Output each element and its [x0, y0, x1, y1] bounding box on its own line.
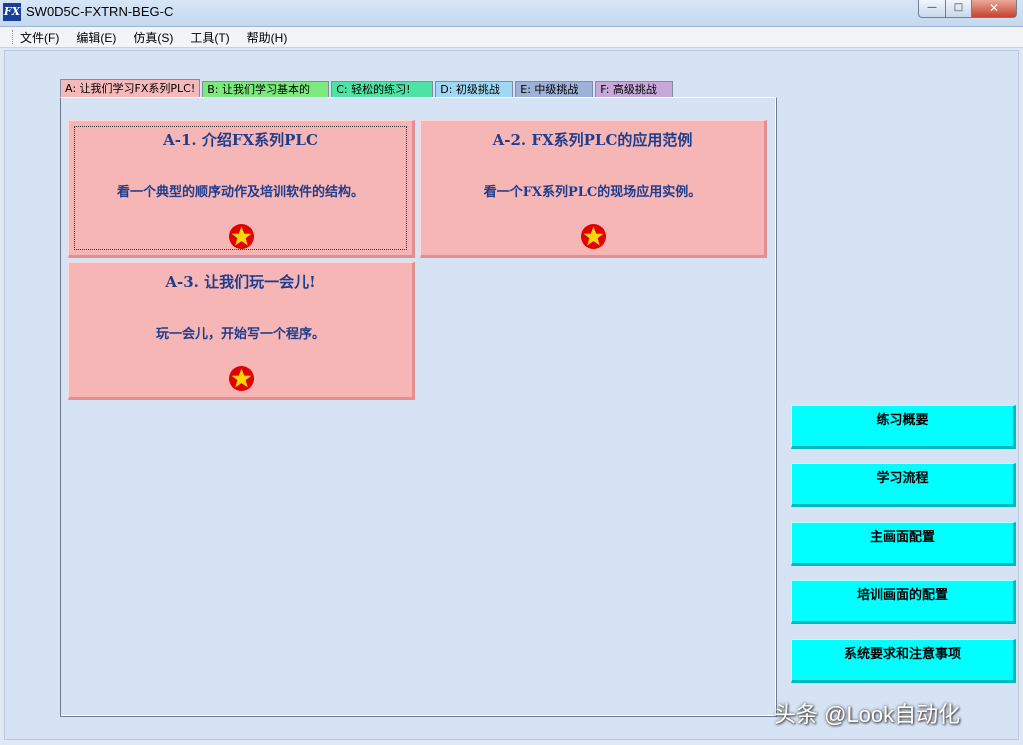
menu-bar: 文件(F) 编辑(E) 仿真(S) 工具(T) 帮助(H) [0, 27, 1023, 48]
tab-b[interactable]: B: 让我们学习基本的 [202, 81, 330, 98]
menu-edit[interactable]: 编辑(E) [76, 29, 116, 46]
tab-strip: A: 让我们学习FX系列PLC! B: 让我们学习基本的 C: 轻松的练习! D… [60, 79, 675, 98]
lesson-card-a3[interactable]: A-3. 让我们玩一会儿! 玩一会儿，开始写一个程序。 [68, 262, 415, 400]
lesson-card-a1[interactable]: A-1. 介绍FX系列PLC 看一个典型的顺序动作及培训软件的结构。 [68, 120, 415, 258]
tab-c[interactable]: C: 轻松的练习! [331, 81, 434, 98]
star-icon[interactable] [228, 224, 254, 249]
window-controls: — □ ✕ [918, 0, 1017, 18]
card-description: 看一个FX系列PLC的现场应用实例。 [483, 185, 702, 200]
lesson-card-a2[interactable]: A-2. FX系列PLC的应用范例 看一个FX系列PLC的现场应用实例。 [420, 120, 767, 258]
minimize-button[interactable]: — [918, 0, 946, 18]
fx-app-icon[interactable]: FX [3, 3, 21, 21]
learning-flow-button[interactable]: 学习流程 [791, 463, 1016, 507]
system-requirements-button[interactable]: 系统要求和注意事项 [791, 639, 1016, 683]
tab-a[interactable]: A: 让我们学习FX系列PLC! [60, 79, 201, 98]
star-icon[interactable] [580, 224, 606, 249]
menu-simulate[interactable]: 仿真(S) [133, 29, 173, 46]
tab-e[interactable]: E: 中级挑战 [515, 81, 594, 98]
tab-d[interactable]: D: 初级挑战 [435, 81, 514, 98]
card-description: 看一个典型的顺序动作及培训软件的结构。 [116, 185, 364, 200]
watermark: 头条 @Look自动化 [774, 702, 961, 727]
menu-file[interactable]: 文件(F) [20, 29, 59, 46]
menu-help[interactable]: 帮助(H) [247, 29, 288, 46]
title-bar[interactable]: FX SW0D5C-FXTRN-BEG-C — □ ✕ [0, 0, 1023, 27]
main-screen-config-button[interactable]: 主画面配置 [791, 522, 1016, 566]
training-screen-config-button[interactable]: 培训画面的配置 [791, 580, 1016, 624]
menu-grip-icon [12, 30, 16, 44]
window-title: SW0D5C-FXTRN-BEG-C [26, 4, 174, 19]
maximize-button[interactable]: □ [946, 0, 972, 18]
card-title: A-3. 让我们玩一会儿! [165, 273, 316, 291]
tab-f[interactable]: F: 高级挑战 [595, 81, 674, 98]
menu-tools[interactable]: 工具(T) [190, 29, 229, 46]
card-title: A-2. FX系列PLC的应用范例 [492, 131, 693, 149]
card-description: 玩一会儿，开始写一个程序。 [155, 327, 325, 342]
card-title: A-1. 介绍FX系列PLC [163, 131, 318, 149]
close-button[interactable]: ✕ [972, 0, 1017, 18]
star-icon[interactable] [228, 366, 254, 391]
practice-overview-button[interactable]: 练习概要 [791, 405, 1016, 449]
